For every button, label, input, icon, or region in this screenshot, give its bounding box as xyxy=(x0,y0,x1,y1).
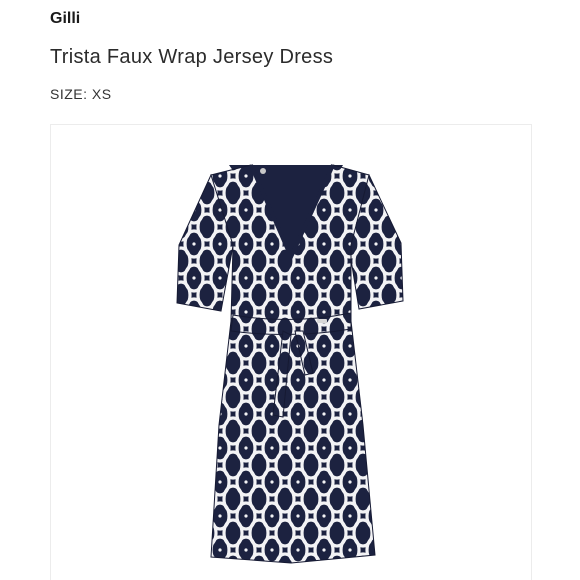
product-image[interactable] xyxy=(50,124,532,580)
product-title: Trista Faux Wrap Jersey Dress xyxy=(50,46,334,68)
brand-name: Gilli xyxy=(50,10,81,27)
size-label: SIZE: xyxy=(50,86,88,102)
product-page: Gilli Trista Faux Wrap Jersey Dress SIZE… xyxy=(0,0,580,580)
size-value: XS xyxy=(91,86,112,102)
size-info: SIZE: XS xyxy=(50,86,112,102)
dress-icon xyxy=(176,164,404,564)
